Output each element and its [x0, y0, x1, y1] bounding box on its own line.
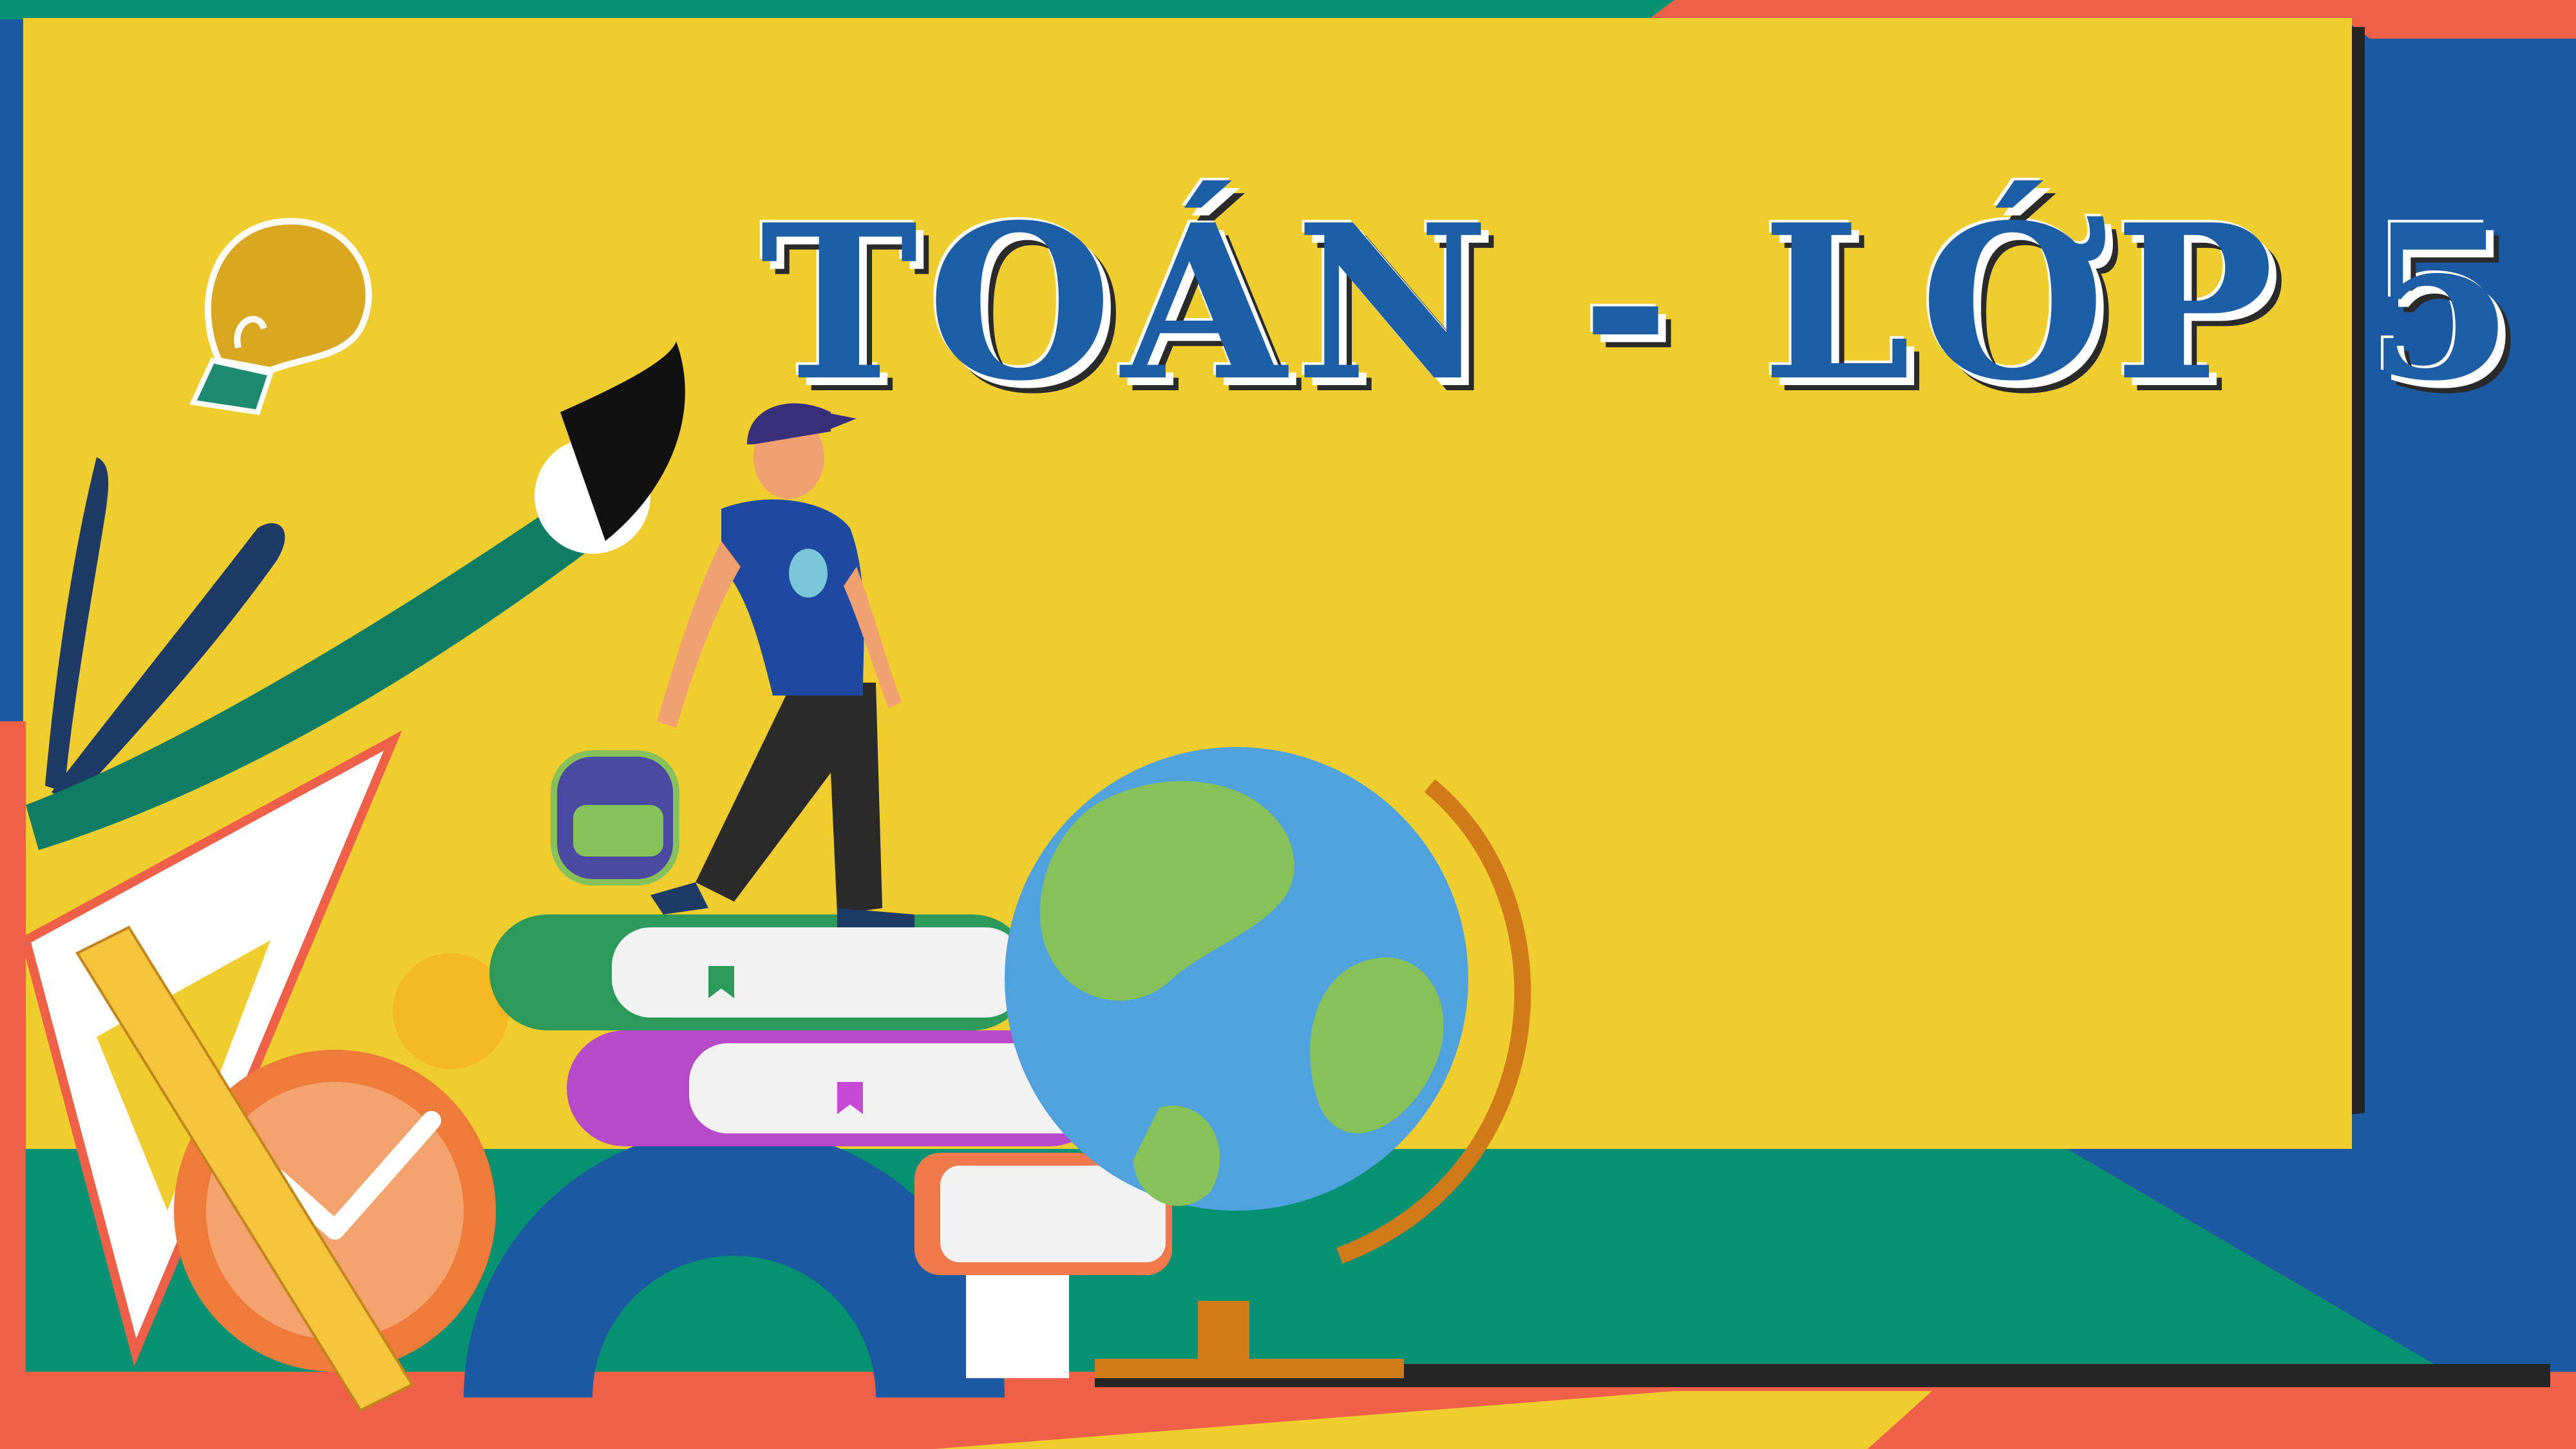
backpack	[551, 750, 679, 886]
frame-teal-top	[0, 0, 1674, 19]
frame-coral-left-bottom	[0, 721, 26, 1391]
frame-blue-left	[0, 0, 26, 721]
slide-title: TOÁN - LỚP 5	[760, 178, 2523, 428]
